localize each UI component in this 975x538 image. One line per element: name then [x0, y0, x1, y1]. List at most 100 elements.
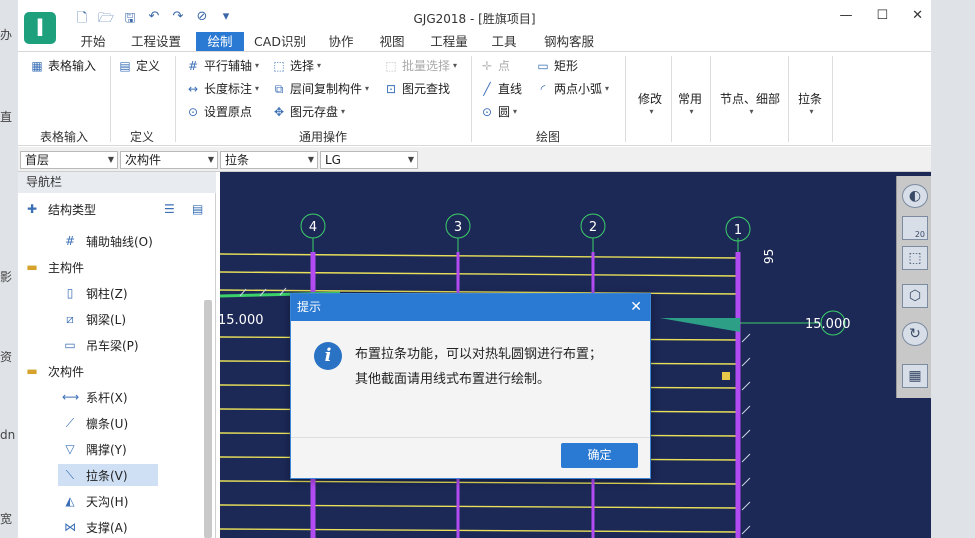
panel-view-icon[interactable]: ▤ [192, 202, 203, 216]
arc-button[interactable]: ◜ 两点小弧 ▾ [536, 80, 609, 97]
selector-bar: 首层 ▼ 次构件 ▼ 拉条 ▼ LG ▼ [18, 147, 931, 172]
floor-copy-button[interactable]: ⧉ 层间复制构件 ▾ [272, 80, 369, 97]
tab-quantities[interactable]: 工程量 [422, 32, 476, 51]
cube-view-icon[interactable]: ⬚ [902, 246, 928, 270]
nav-group-main[interactable]: ▬ 主构件 [24, 256, 84, 278]
tab-start[interactable]: 开始 [68, 32, 118, 51]
node-detail-button[interactable]: 节点、细部 ▾ [714, 90, 786, 116]
element-find-button[interactable]: ⊡ 图元查找 [384, 80, 450, 97]
folder-icon: ▬ [26, 364, 38, 378]
tab-tools[interactable]: 工具 [484, 32, 524, 51]
gutter-icon: ◭ [65, 494, 75, 508]
dimension-label: 95 [762, 249, 776, 264]
batch-select-button[interactable]: ⬚ 批量选择 ▾ [384, 57, 457, 74]
set-origin-button[interactable]: ⊙ 设置原点 [186, 103, 252, 120]
tab-cad-recognize[interactable]: CAD识别 [250, 32, 310, 51]
axis-label-2: 2 [589, 220, 597, 235]
select-icon: ⬚ [273, 58, 285, 73]
add-structure-icon: ✚ [26, 202, 38, 216]
tab-project-settings[interactable]: 工程设置 [122, 32, 190, 51]
window-title: GJG2018 - [胜旗项目] [413, 12, 536, 26]
section-select[interactable]: LG ▼ [320, 151, 418, 169]
nav-item-knee-brace[interactable]: ▽ 隅撑(Y) [62, 438, 126, 460]
group-label-draw: 绘图 [535, 130, 560, 144]
tie-rod-icon: ⟷ [62, 390, 80, 404]
tab-view[interactable]: 视图 [370, 32, 414, 51]
circle-button[interactable]: ⊙ 圆 ▾ [480, 103, 517, 120]
tab-draw[interactable]: 绘制 [196, 32, 244, 51]
nav-item-purlin[interactable]: ⟋ 檩条(U) [62, 412, 128, 434]
desktop-strip-right [931, 0, 975, 538]
grid-view-icon[interactable]: ▦ [902, 364, 928, 388]
chevron-down-icon: ▼ [107, 155, 114, 164]
close-icon[interactable]: ✕ [912, 8, 923, 23]
chevron-down-icon: ▼ [307, 155, 314, 164]
point-icon: ✛ [481, 58, 493, 73]
element-save-button[interactable]: ✥ 图元存盘 ▾ [272, 103, 345, 120]
group-label-define: 定义 [129, 130, 154, 144]
rect-button[interactable]: ▭ 矩形 [536, 57, 578, 74]
nav-group-secondary[interactable]: ▬ 次构件 [24, 360, 84, 382]
table-input-button[interactable]: ▦ 表格输入 [30, 57, 96, 74]
dialog-close-icon[interactable]: ✕ [630, 294, 642, 321]
sag-rod-button[interactable]: 拉条 ▾ [790, 90, 830, 116]
nav-item-steel-beam[interactable]: ⧄ 钢梁(L) [62, 308, 126, 330]
nav-item-steel-column[interactable]: ▯ 钢柱(Z) [62, 282, 128, 304]
elevation-label-left: 15.000 [220, 313, 264, 328]
crane-beam-icon: ▭ [64, 338, 76, 352]
wireframe-icon[interactable]: ⬡ [902, 284, 928, 308]
tab-collaborate[interactable]: 协作 [318, 32, 364, 51]
nav-item-sag-rod[interactable]: ⟍ 拉条(V) [58, 464, 158, 486]
ribbon: ▦ 表格输入 表格输入 ▤ 定义 定义 # 平行辅轴 ▾ ↔ 长度标注 ▾ ⊙ 设置原点 ⬚ 选… [18, 51, 931, 146]
rect-icon: ▭ [537, 58, 549, 73]
move-icon: ✥ [273, 104, 285, 119]
tab-steel-service[interactable]: 钢构客服 [534, 32, 604, 51]
navigation-panel: 导航栏 ✚ 结构类型 ☰ ▤ # 辅助轴线(O) ▬ 主构件 ▯ 钢柱(Z) ⧄ 钢梁(L… [18, 172, 216, 538]
orbit-icon[interactable]: ◐ [902, 184, 928, 208]
view-tool-panel: ◐ 20 ⬚ ⬡ ↻ ▦ [896, 176, 933, 398]
app-logo-icon[interactable]: I [24, 12, 56, 44]
nav-item-crane-beam[interactable]: ▭ 吊车梁(P) [62, 334, 138, 356]
nav-item-tie-rod[interactable]: ⟷ 系杆(X) [62, 386, 128, 408]
nav-item-aux-axis[interactable]: # 辅助轴线(O) [62, 230, 153, 252]
parallel-axis-button[interactable]: # 平行辅轴 ▾ [186, 57, 259, 74]
minimize-icon[interactable]: — [839, 8, 852, 23]
title-bar: 🗋 🗁 🖫 ↶ ↷ ⊘ ▾ GJG2018 - [胜旗项目] — ☐ ✕ [18, 0, 931, 30]
structure-type-button[interactable]: ✚ 结构类型 [24, 198, 96, 220]
purlin-icon: ⟋ [65, 416, 75, 430]
floor-copy-icon: ⧉ [274, 81, 284, 96]
nav-item-brace[interactable]: ⋈ 支撑(A) [62, 516, 128, 538]
select-button[interactable]: ⬚ 选择 ▾ [272, 57, 321, 74]
origin-icon: ⊙ [187, 104, 199, 119]
dialog-message-line1: 布置拉条功能，可以对热轧圆钢进行布置； [355, 347, 603, 362]
modify-button[interactable]: 修改 ▾ [630, 90, 670, 116]
list-view-icon[interactable]: ☰ [164, 202, 175, 216]
arc-icon: ◜ [540, 81, 546, 96]
nav-toolbar: ✚ 结构类型 ☰ ▤ [18, 196, 216, 222]
zoom-box-icon[interactable]: 20 [902, 216, 928, 240]
common-button[interactable]: 常用 ▾ [672, 90, 708, 116]
line-button[interactable]: ╱ 直线 [480, 80, 522, 97]
define-button[interactable]: ▤ 定义 [118, 57, 160, 74]
point-button[interactable]: ✛ 点 [480, 57, 510, 74]
circle-icon: ⊙ [481, 104, 493, 119]
nav-scrollbar[interactable] [204, 300, 212, 538]
maximize-icon[interactable]: ☐ [876, 8, 888, 23]
nav-item-gutter[interactable]: ◭ 天沟(H) [62, 490, 128, 512]
window-controls: — ☐ ✕ [839, 8, 923, 23]
length-dim-button[interactable]: ↔ 长度标注 ▾ [186, 80, 259, 97]
rotate-icon[interactable]: ↻ [902, 322, 928, 346]
component-type-select[interactable]: 次构件 ▼ [120, 151, 218, 169]
component-select[interactable]: 拉条 ▼ [220, 151, 318, 169]
line-icon: ╱ [483, 81, 491, 96]
dialog-message: 布置拉条功能，可以对热轧圆钢进行布置； 其他截面请用线式布置进行绘制。 [355, 342, 623, 392]
ok-button[interactable]: 确定 [561, 443, 638, 468]
folder-icon: ▬ [26, 260, 38, 274]
find-icon: ⊡ [385, 81, 397, 96]
elevation-label-right: 15.000 [805, 317, 851, 332]
grid-icon: # [64, 234, 76, 248]
dimension-icon: ↔ [187, 81, 199, 96]
knee-brace-icon: ▽ [65, 442, 75, 456]
brace-icon: ⋈ [64, 520, 76, 534]
floor-select[interactable]: 首层 ▼ [20, 151, 118, 169]
